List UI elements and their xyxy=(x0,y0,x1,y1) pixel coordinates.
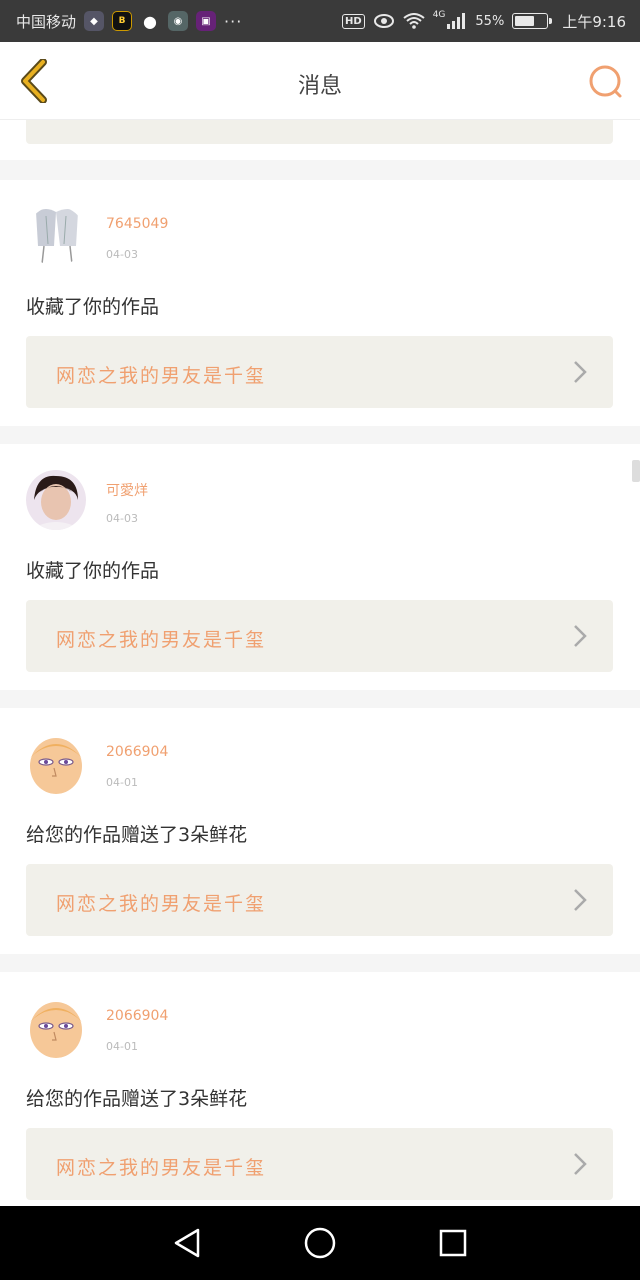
message-date: 04-01 xyxy=(106,1040,138,1053)
message-text: 收藏了你的作品 xyxy=(26,296,160,318)
qq-icon: ◉ xyxy=(168,11,189,31)
avatar[interactable] xyxy=(26,998,86,1058)
work-link-card[interactable]: 网恋之我的男友是千玺 xyxy=(26,864,613,936)
message-item: 2066904 04-01 给您的作品赠送了3朵鲜花 网恋之我的男友是千玺 xyxy=(0,708,640,954)
message-text: 给您的作品赠送了3朵鲜花 xyxy=(26,1088,248,1110)
system-navigation-bar xyxy=(0,1206,640,1280)
work-link-card[interactable]: 网恋之我的男友是千玺 xyxy=(26,1128,613,1200)
shield-icon: ◆ xyxy=(84,11,105,31)
system-home-button[interactable] xyxy=(298,1221,342,1265)
message-text: 收藏了你的作品 xyxy=(26,560,160,582)
circle-home-icon xyxy=(304,1227,336,1259)
avatar[interactable] xyxy=(26,206,86,266)
message-text: 给您的作品赠送了3朵鲜花 xyxy=(26,824,248,846)
work-title: 网恋之我的男友是千玺 xyxy=(56,893,267,915)
hd-badge: HD xyxy=(342,13,365,29)
square-recents-icon xyxy=(440,1229,467,1257)
message-date: 04-03 xyxy=(106,248,138,261)
battery-percent: 55% xyxy=(475,13,505,29)
message-list[interactable]: 7645049 04-03 收藏了你的作品 网恋之我的男友是千玺 可愛烊 04-… xyxy=(0,120,640,1206)
battery-icon xyxy=(512,13,553,29)
chevron-right-icon xyxy=(574,889,587,911)
username[interactable]: 2066904 xyxy=(106,744,168,760)
chevron-right-icon xyxy=(574,625,587,647)
status-bar: 中国移动 ◆ B ● ◉ ▣ ··· HD 4G 55% 上午9:16 xyxy=(0,0,640,42)
chevron-right-icon xyxy=(574,361,587,383)
message-date: 04-01 xyxy=(106,776,138,789)
message-item: 可愛烊 04-03 收藏了你的作品 网恋之我的男友是千玺 xyxy=(0,444,640,690)
avatar[interactable] xyxy=(26,470,86,530)
eye-icon xyxy=(373,14,394,28)
chevron-right-icon xyxy=(574,1153,587,1175)
username[interactable]: 可愛烊 xyxy=(106,480,148,500)
system-back-button[interactable] xyxy=(165,1221,209,1265)
system-recents-button[interactable] xyxy=(431,1221,475,1265)
game-icon: ▣ xyxy=(196,11,217,31)
wifi-icon xyxy=(403,13,425,29)
avatar[interactable] xyxy=(26,734,86,794)
search-button[interactable] xyxy=(586,62,626,102)
message-item: 7645049 04-03 收藏了你的作品 网恋之我的男友是千玺 xyxy=(0,180,640,426)
message-date: 04-03 xyxy=(106,512,138,525)
bilibili-icon: B xyxy=(112,11,133,31)
work-title: 网恋之我的男友是千玺 xyxy=(56,629,267,651)
network-type: 4G xyxy=(432,10,446,20)
triangle-back-icon xyxy=(174,1228,199,1258)
work-title: 网恋之我的男友是千玺 xyxy=(56,1157,267,1179)
work-link-card[interactable]: 网恋之我的男友是千玺 xyxy=(26,336,613,408)
work-title: 网恋之我的男友是千玺 xyxy=(56,365,267,387)
status-bar-left: 中国移动 ◆ B ● ◉ ▣ ··· xyxy=(16,11,242,32)
status-bar-right: HD 4G 55% 上午9:16 xyxy=(342,10,626,32)
work-link-card[interactable]: 网恋之我的男友是千玺 xyxy=(26,600,613,672)
wechat-icon: ● xyxy=(143,11,157,31)
top-nav-bar: 消息 xyxy=(0,42,640,120)
search-icon xyxy=(589,65,622,98)
message-item: 2066904 04-01 给您的作品赠送了3朵鲜花 网恋之我的男友是千玺 xyxy=(0,972,640,1206)
partial-work-card[interactable] xyxy=(26,120,613,144)
page-title: 消息 xyxy=(297,74,342,99)
username[interactable]: 7645049 xyxy=(106,216,168,232)
scrollbar-thumb[interactable] xyxy=(632,460,640,482)
carrier-label: 中国移动 xyxy=(16,12,77,31)
more-notifications: ··· xyxy=(224,11,243,31)
signal-icon xyxy=(447,13,466,29)
clock: 上午9:16 xyxy=(562,12,626,31)
partial-message xyxy=(0,120,640,160)
username[interactable]: 2066904 xyxy=(106,1008,168,1024)
